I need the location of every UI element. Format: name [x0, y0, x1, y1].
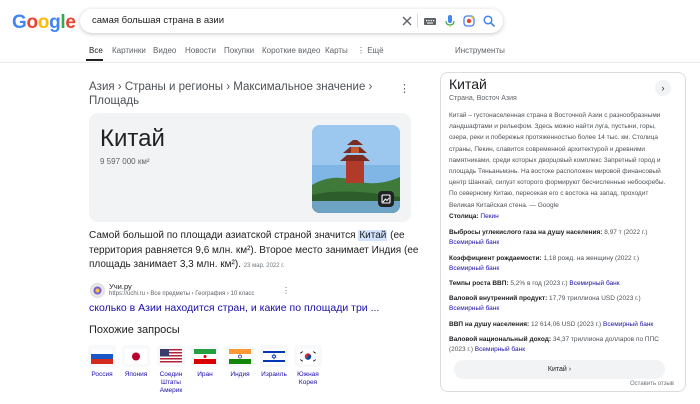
fact-label: Темпы роста ВВП:	[449, 280, 509, 287]
panel-description: Китай – густонаселенная страна в Восточн…	[449, 112, 666, 209]
panel-subtitle: Страна, Восточ Азия	[449, 95, 517, 102]
answer-value: 9 597 000 км²	[100, 157, 150, 166]
close-icon[interactable]	[400, 14, 414, 28]
fact-capital: Столица: Пекин	[449, 212, 674, 222]
tab-short-videos[interactable]: Короткие видео	[262, 46, 320, 55]
logo-letter: o	[26, 12, 38, 33]
fact-value: 17,79 триллиона USD (2023 г.)	[547, 295, 641, 302]
search-input[interactable]: самая большая страна в азии	[92, 15, 224, 26]
related-label: Индия	[230, 371, 250, 378]
feedback-link[interactable]: Оставить отзыв	[630, 381, 674, 387]
japan-flag-icon	[125, 348, 147, 364]
tab-more[interactable]: ⋮ Ещё	[357, 46, 384, 55]
logo-letter: e	[65, 12, 76, 33]
tab-maps[interactable]: Карты	[325, 46, 348, 55]
fact-value: 12 614,06 USD (2023 г.)	[529, 321, 604, 328]
related-usa[interactable]: Соедин Штаты Америк	[155, 345, 187, 395]
fact-gdp-growth: Темпы роста ВВП: 5,2% в год (2023 г.) Вс…	[449, 279, 674, 289]
usa-flag-icon	[160, 348, 182, 364]
logo-letter: G	[12, 12, 27, 33]
fact-link[interactable]: Всемирный банк	[603, 321, 653, 328]
header-divider	[0, 62, 700, 63]
source-menu-icon[interactable]: ⋮	[282, 286, 290, 295]
related-iran[interactable]: Иран	[189, 345, 221, 379]
china-photo[interactable]	[312, 125, 400, 213]
fact-source[interactable]: Всемирный банк	[449, 305, 499, 312]
tab-all[interactable]: Все	[89, 46, 103, 55]
source-name[interactable]: Учи.ру	[109, 282, 132, 291]
fact-gdp-per-capita: ВВП на душу населения: 12 614,06 USD (20…	[449, 320, 674, 330]
fact-label: Коэффициент рождаемости:	[449, 255, 542, 262]
tab-news[interactable]: Новости	[185, 46, 216, 55]
related-india[interactable]: Индия	[224, 345, 256, 379]
source-link[interactable]: сколько в Азии находится стран, и какие …	[89, 302, 379, 314]
fact-gdp: Валовой внутренний продукт: 17,79 трилли…	[449, 294, 674, 314]
lens-icon[interactable]	[462, 14, 476, 28]
fact-source[interactable]: Всемирный банк	[449, 239, 499, 246]
tab-images[interactable]: Картинки	[112, 46, 146, 55]
fact-co2: Выбросы углекислого газа на душу населен…	[449, 228, 674, 248]
tab-video[interactable]: Видео	[153, 46, 176, 55]
more-options-icon[interactable]: ⋮	[399, 82, 410, 95]
panel-button-label: Китай	[547, 366, 567, 373]
active-tab-indicator	[86, 59, 103, 61]
answer-before: Самой большой по площади азиатской стран…	[89, 230, 359, 241]
fact-source[interactable]: Всемирный банк	[449, 265, 499, 272]
chevron-right-icon: ›	[568, 366, 572, 373]
tab-tools[interactable]: Инструменты	[455, 46, 505, 55]
india-flag-icon	[229, 348, 251, 364]
fact-label: Столица:	[449, 213, 479, 220]
fact-label: Валовой национальный доход:	[449, 336, 552, 343]
breadcrumb[interactable]: Азия › Страны и регионы › Максимальное з…	[89, 80, 389, 108]
search-icon[interactable]	[482, 14, 496, 28]
related-japan[interactable]: Япония	[120, 345, 152, 379]
fact-value: 1,18 рожд. на женщину (2022 г.)	[541, 255, 639, 262]
answer-highlight: Китай	[358, 230, 388, 241]
logo-letter: g	[49, 12, 61, 33]
google-logo[interactable]: Google	[12, 12, 76, 34]
related-russia[interactable]: Россия	[86, 345, 118, 379]
related-south-korea[interactable]: Южная Корея	[292, 345, 324, 387]
fact-value: 8,97 т (2022 г.)	[602, 229, 648, 236]
answer-title: Китай	[100, 125, 165, 152]
related-label: Иран	[197, 371, 213, 378]
fact-label: ВВП на душу населения:	[449, 321, 530, 328]
image-expand-icon[interactable]	[378, 191, 394, 207]
logo-letter: o	[37, 12, 50, 33]
fact-link[interactable]: Всемирный банк	[569, 280, 619, 287]
fact-link[interactable]: Пекин	[480, 213, 498, 220]
answer-text: Самой большой по площади азиатской стран…	[89, 229, 419, 274]
fact-label: Выбросы углекислого газа на душу населен…	[449, 229, 603, 236]
source-url[interactable]: https://uchi.ru › Все предметы › Географ…	[109, 291, 254, 297]
korea-flag-icon	[297, 348, 319, 364]
microphone-icon[interactable]	[443, 14, 457, 28]
related-label: Израиль	[261, 371, 287, 378]
fact-label: Валовой внутренний продукт:	[449, 295, 548, 302]
related-title: Похожие запросы	[89, 324, 180, 336]
fact-fertility: Коэффициент рождаемости: 1,18 рожд. на ж…	[449, 254, 674, 274]
related-label: Япония	[124, 371, 148, 378]
israel-flag-icon	[263, 348, 285, 364]
fact-gni: Валовой национальный доход: 34,37 трилли…	[449, 335, 674, 355]
iran-flag-icon	[194, 348, 216, 364]
search-box[interactable]: самая большая страна в азии	[80, 9, 503, 33]
keyboard-icon[interactable]	[423, 14, 437, 28]
site-favicon[interactable]	[90, 283, 105, 298]
fact-link[interactable]: Всемирный банк	[475, 346, 525, 353]
fact-value: 5,2% в год (2023 г.)	[508, 280, 570, 287]
panel-title: Китай	[449, 76, 487, 92]
related-label: Соедин Штаты Америк	[159, 371, 183, 394]
panel-entity-button[interactable]: Китай ›	[454, 360, 665, 379]
related-label: Южная Корея	[297, 371, 319, 386]
related-israel[interactable]: Израиль	[258, 345, 290, 379]
related-label: Россия	[91, 371, 113, 378]
chevron-right-icon[interactable]: ›	[655, 80, 671, 96]
russia-flag-icon	[91, 348, 113, 364]
answer-date: 23 мар. 2022 г.	[243, 263, 285, 269]
tab-shopping[interactable]: Покупки	[224, 46, 254, 55]
